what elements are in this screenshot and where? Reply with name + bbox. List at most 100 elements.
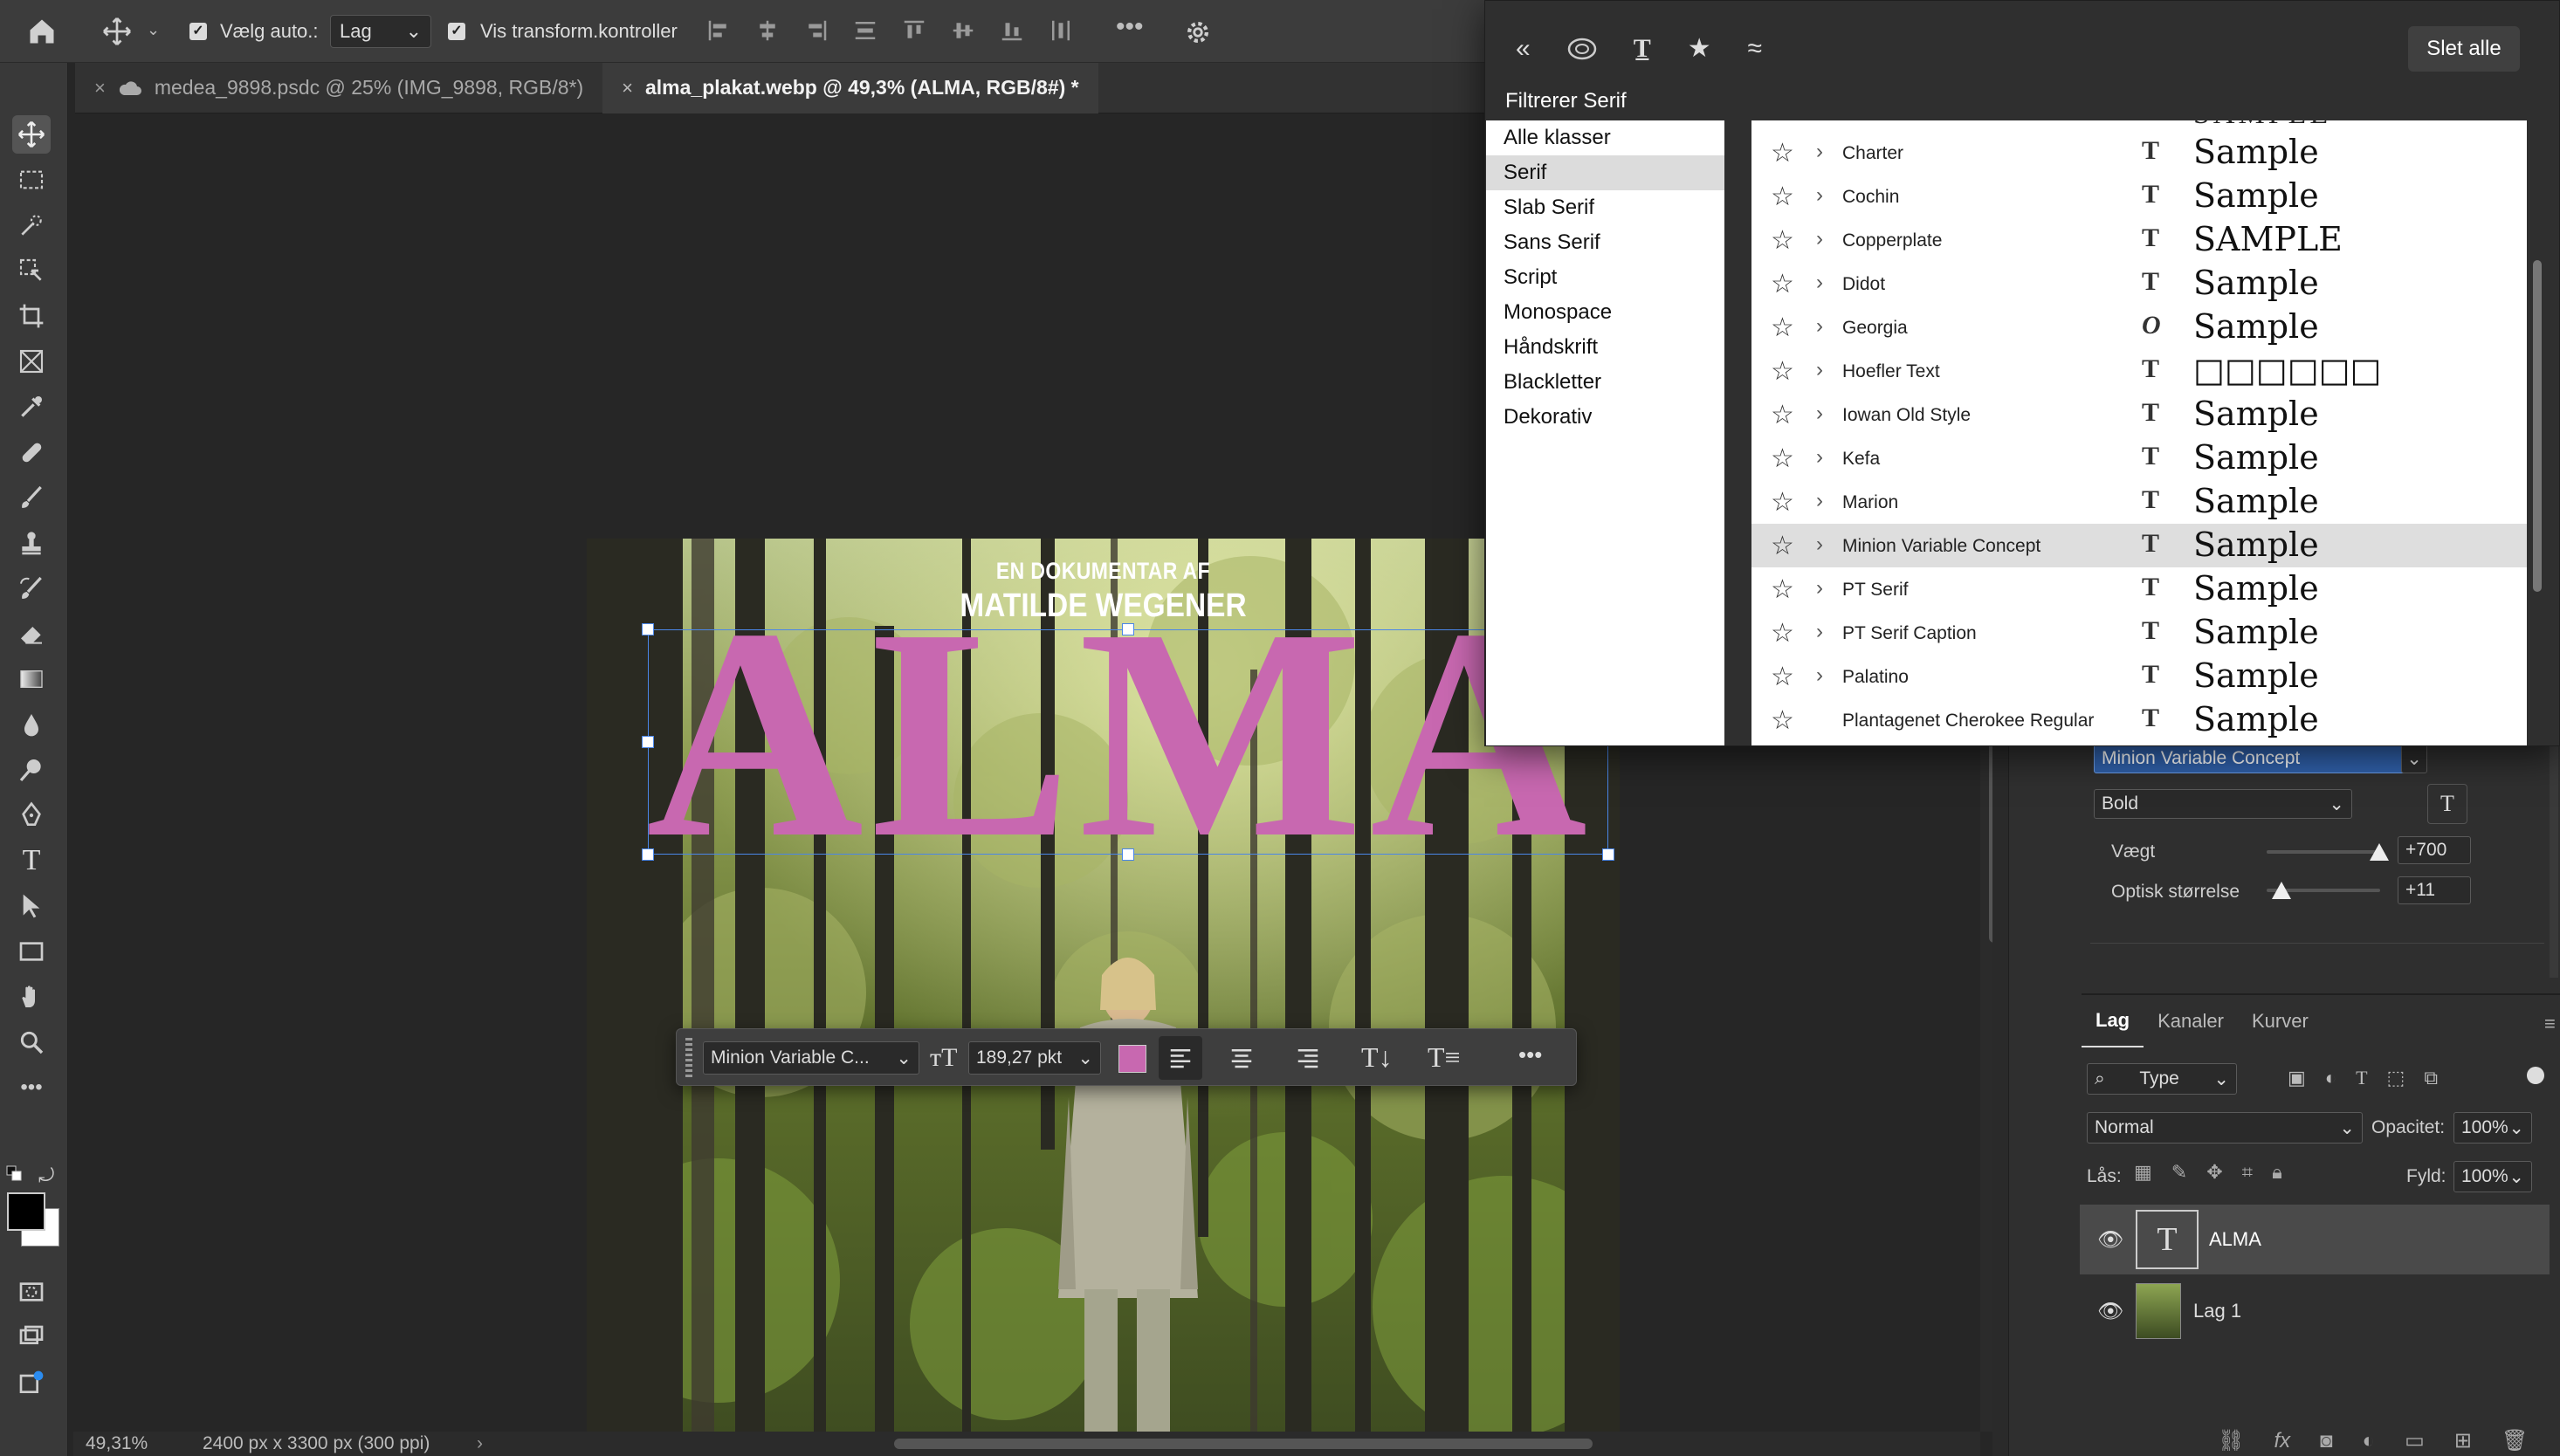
quick-mask-icon[interactable] xyxy=(12,1273,51,1311)
warp-text-icon[interactable]: T↓ xyxy=(1361,1041,1393,1074)
align-middle-v-icon[interactable] xyxy=(950,17,976,44)
class-item[interactable]: Script xyxy=(1486,260,1724,295)
adjustment-filter-icon[interactable]: ◐ xyxy=(2325,1067,2336,1089)
type-filter-icon[interactable]: T xyxy=(2356,1067,2367,1089)
transform-handle[interactable] xyxy=(1122,623,1134,635)
crop-tool-icon[interactable] xyxy=(12,297,51,335)
align-text-left-button[interactable] xyxy=(1159,1036,1202,1080)
object-finder-tool-icon[interactable] xyxy=(12,251,51,290)
visibility-eye-icon[interactable]: 👁︎ xyxy=(2097,1299,2123,1324)
class-item[interactable]: Alle klasser xyxy=(1486,120,1724,155)
chevron-right-icon[interactable]: › xyxy=(1816,402,1823,426)
font-row[interactable]: ☆ › PT Serif Caption T Sample xyxy=(1751,611,2527,655)
marquee-tool-icon[interactable] xyxy=(12,161,51,199)
transform-handle[interactable] xyxy=(1122,848,1134,861)
tab-kanaler[interactable]: Kanaler xyxy=(2144,995,2238,1047)
align-left-icon[interactable] xyxy=(705,17,732,44)
frame-tool-icon[interactable] xyxy=(12,342,51,381)
star-filled-icon[interactable]: ★ xyxy=(1688,33,1711,64)
filter-toggle[interactable] xyxy=(2527,1067,2544,1084)
ctx-size-dropdown[interactable]: 189,27 pkt ⌄ xyxy=(968,1041,1101,1075)
move-tool-icon[interactable] xyxy=(101,16,133,47)
dodge-tool-icon[interactable] xyxy=(12,751,51,789)
similar-fonts-icon[interactable]: ≈ xyxy=(1748,34,1762,64)
path-selection-tool-icon[interactable] xyxy=(12,887,51,925)
align-text-center-button[interactable] xyxy=(1228,1045,1255,1071)
class-item[interactable]: Blackletter xyxy=(1486,365,1724,400)
drag-handle[interactable] xyxy=(685,1038,692,1078)
new-layer-icon[interactable]: ⊞ xyxy=(2454,1428,2472,1453)
align-right-icon[interactable] xyxy=(803,17,829,44)
font-row[interactable]: ☆ › Charter T Sample xyxy=(1751,131,2527,175)
font-row[interactable]: ☆ › Marion T Sample xyxy=(1751,480,2527,524)
smartobject-filter-icon[interactable]: ⧉ xyxy=(2424,1067,2438,1089)
text-options-icon[interactable]: T≡ xyxy=(1428,1041,1461,1074)
gear-icon[interactable] xyxy=(1183,17,1213,47)
gradient-tool-icon[interactable] xyxy=(12,660,51,698)
chevron-right-icon[interactable]: › xyxy=(1816,663,1823,688)
chevron-right-icon[interactable]: › xyxy=(1816,183,1823,208)
chevron-right-icon[interactable]: › xyxy=(1816,620,1823,644)
shape-filter-icon[interactable]: ⬚ xyxy=(2387,1067,2405,1089)
class-item[interactable]: Sans Serif xyxy=(1486,225,1724,260)
home-icon[interactable] xyxy=(26,16,58,47)
font-row[interactable]: ☆ › PT Serif T Sample xyxy=(1751,567,2527,611)
pen-tool-icon[interactable] xyxy=(12,796,51,834)
lock-all-icon[interactable]: 🔒︎ xyxy=(2272,1161,2282,1184)
tab-kurver[interactable]: Kurver xyxy=(2238,995,2323,1047)
font-family-field[interactable]: Minion Variable Concept xyxy=(2094,744,2424,773)
type-tool-icon[interactable]: T xyxy=(12,841,51,880)
font-row[interactable]: ☆ › Georgia O Sample xyxy=(1751,306,2527,349)
more-options-icon[interactable]: ••• xyxy=(1116,12,1144,42)
zoom-level[interactable]: 49,31% xyxy=(86,1433,148,1454)
star-outline-icon[interactable]: ☆ xyxy=(1771,312,1794,343)
transform-controls-checkbox[interactable]: ✓ xyxy=(448,23,465,40)
stamp-tool-icon[interactable] xyxy=(12,524,51,562)
chevron-right-icon[interactable]: › xyxy=(1816,140,1823,164)
close-icon[interactable]: × xyxy=(622,77,633,100)
chevron-down-icon[interactable]: ⌄ xyxy=(147,21,160,39)
font-row[interactable]: ☆ › Iowan Old Style T Sample xyxy=(1751,393,2527,436)
trash-icon[interactable]: 🗑︎ xyxy=(2502,1428,2528,1453)
font-row[interactable]: ☆ › Palatino T Sample xyxy=(1751,655,2527,698)
align-bottom-icon[interactable] xyxy=(999,17,1025,44)
font-row[interactable]: ☆ › Kefa T Sample xyxy=(1751,436,2527,480)
auto-select-checkbox[interactable]: ✓ xyxy=(189,23,207,40)
layer-row[interactable]: 👁︎ T ALMA xyxy=(2080,1205,2550,1274)
class-item[interactable]: Monospace xyxy=(1486,295,1724,330)
font-style-dropdown[interactable]: Bold ⌄ xyxy=(2094,789,2352,819)
text-color-swatch[interactable] xyxy=(1118,1045,1146,1073)
tab-medea[interactable]: × medea_9898.psdc @ 25% (IMG_9898, RGB/8… xyxy=(75,63,602,113)
fill-field[interactable]: 100% ⌄ xyxy=(2453,1161,2532,1192)
close-icon[interactable]: × xyxy=(94,77,106,100)
chevron-right-icon[interactable]: › xyxy=(1816,358,1823,382)
font-row[interactable]: ☆ › Didot T Sample xyxy=(1751,262,2527,306)
star-outline-icon[interactable]: ☆ xyxy=(1771,618,1794,649)
healing-brush-tool-icon[interactable] xyxy=(12,433,51,471)
panel-menu-icon[interactable]: ≡ xyxy=(2544,1013,2556,1035)
class-item[interactable]: Dekorativ xyxy=(1486,400,1724,435)
star-outline-icon[interactable]: ☆ xyxy=(1771,705,1794,736)
weight-value-field[interactable]: +700 xyxy=(2398,836,2471,864)
weight-slider-thumb[interactable] xyxy=(2370,843,2389,861)
lock-artboard-icon[interactable]: ⌗ xyxy=(2242,1161,2253,1184)
class-item[interactable]: Slab Serif xyxy=(1486,190,1724,225)
document-canvas[interactable]: EN DOKUMENTAR AF MATILDE WEGENER ALMA xyxy=(587,539,1620,1432)
link-icon[interactable]: ⛓︎ xyxy=(2218,1428,2244,1453)
star-outline-icon[interactable]: ☆ xyxy=(1771,531,1794,561)
eraser-tool-icon[interactable] xyxy=(12,615,51,653)
tab-alma[interactable]: × alma_plakat.webp @ 49,3% (ALMA, RGB/8#… xyxy=(602,62,1098,113)
font-list-scrollbar[interactable] xyxy=(2527,120,2548,745)
star-outline-icon[interactable]: ☆ xyxy=(1771,269,1794,299)
adjustment-icon[interactable]: ◐ xyxy=(2363,1429,2376,1453)
star-outline-icon[interactable]: ☆ xyxy=(1771,487,1794,518)
tab-lag[interactable]: Lag xyxy=(2082,995,2144,1047)
brush-tool-icon[interactable] xyxy=(12,478,51,517)
creative-cloud-icon[interactable] xyxy=(1567,37,1597,61)
text-classification-icon[interactable]: T̲ xyxy=(1634,34,1651,64)
lock-transparent-icon[interactable]: ▦ xyxy=(2134,1161,2152,1184)
font-row[interactable]: ☆ › Hoefler Text T □□□□□□ xyxy=(1751,349,2527,393)
star-outline-icon[interactable]: ☆ xyxy=(1771,138,1794,168)
eyedropper-tool-icon[interactable] xyxy=(12,388,51,426)
blur-tool-icon[interactable] xyxy=(12,705,51,744)
